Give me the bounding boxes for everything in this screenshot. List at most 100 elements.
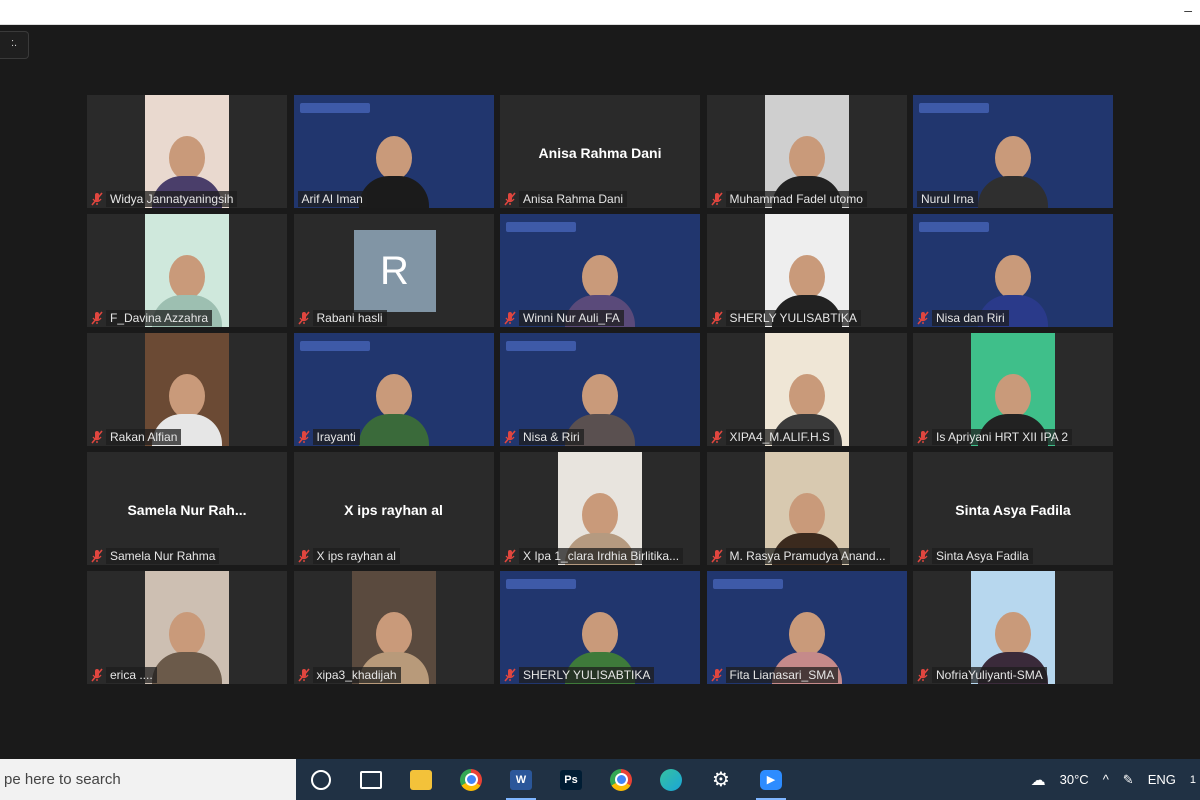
word-icon[interactable]: W (496, 759, 546, 800)
weather-cloud-icon[interactable]: ☁ (1031, 771, 1046, 789)
avatar-initial: R (353, 230, 436, 312)
task-view-icon[interactable] (346, 759, 396, 800)
participant-tile[interactable]: NofriaYuliyanti-SMA (913, 571, 1113, 684)
participant-tile[interactable]: erica .... (87, 571, 287, 684)
mic-muted-icon (917, 430, 929, 444)
name-bar: Samela Nur Rahma (87, 547, 287, 565)
mic-muted-icon (297, 311, 310, 325)
chevron-up-icon[interactable]: ^ (1103, 772, 1109, 787)
mic-muted-icon (504, 430, 516, 444)
mic-muted-icon (917, 668, 929, 682)
participant-tile[interactable]: XIPA4_M.ALIF.H.S (706, 333, 907, 446)
participant-tile[interactable]: Winni Nur Auli_FA (500, 214, 700, 327)
name-bar: Rakan Alfian (87, 428, 287, 446)
edge-icon[interactable] (646, 759, 696, 800)
name-bar: Anisa Rahma Dani (500, 190, 700, 208)
participant-tile[interactable]: SHERLY YULISABTIKA (706, 214, 907, 327)
participant-tile[interactable]: Samela Nur Rah... Samela Nur Rahma (87, 452, 287, 565)
participant-tile[interactable]: Irayanti (293, 333, 494, 446)
name-bar: M. Rasya Pramudya Anand... (707, 547, 907, 565)
participant-tile[interactable]: Widya Jannatyaningsih (87, 95, 287, 208)
participant-tile[interactable]: F_Davina Azzahra (87, 214, 287, 327)
participant-gallery: Widya Jannatyaningsih Arif Al Iman Anisa R… (87, 95, 1113, 684)
name-bar: Winni Nur Auli_FA (500, 309, 700, 327)
participant-name-label: Arif Al Iman (297, 191, 367, 207)
participant-tile[interactable]: R Rabani hasli (293, 214, 494, 327)
name-bar: X ips rayhan al (294, 547, 494, 565)
taskbar-search-input[interactable]: pe here to search (0, 759, 296, 800)
participant-tile[interactable]: Muhammad Fadel utomo (706, 95, 907, 208)
participant-name-label: SHERLY YULISABTIKA (725, 310, 861, 326)
participant-tile[interactable]: M. Rasya Pramudya Anand... (706, 452, 907, 565)
mic-muted-icon (504, 668, 516, 682)
mic-muted-icon (297, 668, 310, 682)
mic-muted-icon (91, 192, 103, 206)
name-bar: Irayanti (294, 428, 494, 446)
pen-icon[interactable]: ✎ (1123, 772, 1134, 788)
participant-name-label: NofriaYuliyanti-SMA (932, 667, 1047, 683)
chrome-profile-icon[interactable] (596, 759, 646, 800)
file-explorer-icon[interactable] (396, 759, 446, 800)
participant-name-label: Nurul Irna (917, 191, 978, 207)
participant-tile[interactable]: Fita Lianasari_SMA (706, 571, 907, 684)
participant-display-name: Anisa Rahma Dani (538, 145, 662, 161)
mic-muted-icon (504, 192, 516, 206)
participant-tile[interactable]: xipa3_khadijah (293, 571, 494, 684)
participant-name-label: M. Rasya Pramudya Anand... (725, 548, 890, 564)
participant-tile[interactable]: X Ipa 1_clara Irdhia Birlitika... (500, 452, 700, 565)
participant-tile[interactable]: Arif Al Iman (293, 95, 494, 208)
name-bar: Arif Al Iman (294, 190, 494, 208)
name-bar: Fita Lianasari_SMA (707, 666, 907, 684)
chrome-icon[interactable] (446, 759, 496, 800)
name-bar: SHERLY YULISABTIKA (707, 309, 907, 327)
system-tray: ☁ 30°C ^ ✎ ENG 1 (1031, 759, 1200, 800)
mic-muted-icon (91, 311, 103, 325)
zoom-icon[interactable]: ▶ (746, 759, 796, 800)
participant-display-name: Samela Nur Rah... (127, 502, 247, 518)
mic-muted-icon (504, 549, 516, 563)
participant-tile[interactable]: Sinta Asya Fadila Sinta Asya Fadila (913, 452, 1113, 565)
mic-muted-icon (917, 311, 929, 325)
participant-tile[interactable]: Rakan Alfian (87, 333, 287, 446)
participant-name-label: Anisa Rahma Dani (519, 191, 628, 207)
participant-tile[interactable]: Nisa & Riri (500, 333, 700, 446)
name-bar: Nisa & Riri (500, 428, 700, 446)
participant-name-label: Rabani hasli (312, 310, 387, 326)
name-bar: X Ipa 1_clara Irdhia Birlitika... (500, 547, 700, 565)
participant-tile[interactable]: Anisa Rahma Dani Anisa Rahma Dani (500, 95, 700, 208)
name-bar: Muhammad Fadel utomo (707, 190, 907, 208)
participant-name-label: SHERLY YULISABTIKA (519, 667, 655, 683)
mic-muted-icon (91, 668, 103, 682)
participant-name-label: F_Davina Azzahra (106, 310, 213, 326)
name-bar: erica .... (87, 666, 287, 684)
mic-muted-icon (91, 549, 103, 563)
clock-label[interactable]: 1 (1190, 774, 1196, 786)
photoshop-icon[interactable]: Ps (546, 759, 596, 800)
mic-muted-icon (710, 430, 723, 444)
mic-muted-icon (710, 192, 723, 206)
participant-tile[interactable]: Nurul Irna (913, 95, 1113, 208)
temperature-label[interactable]: 30°C (1060, 772, 1089, 787)
language-label[interactable]: ENG (1148, 772, 1176, 787)
participant-tile[interactable]: X ips rayhan al X ips rayhan al (293, 452, 494, 565)
participant-tile[interactable]: SHERLY YULISABTIKA (500, 571, 700, 684)
cortana-circle-icon[interactable] (296, 759, 346, 800)
minimize-button[interactable]: – (1184, 2, 1192, 18)
mic-muted-icon (917, 549, 929, 563)
mic-muted-icon (297, 549, 310, 563)
name-bar: NofriaYuliyanti-SMA (913, 666, 1113, 684)
participant-name-label: X ips rayhan al (312, 548, 400, 564)
participant-name-label: X Ipa 1_clara Irdhia Birlitika... (519, 548, 684, 564)
participant-tile[interactable]: Is Apriyani HRT XII IPA 2 (913, 333, 1113, 446)
participant-tile[interactable]: Nisa dan Riri (913, 214, 1113, 327)
participant-name-label: erica .... (106, 667, 157, 683)
participant-name-label: Nisa dan Riri (932, 310, 1009, 326)
participant-name-label: Rakan Alfian (106, 429, 182, 445)
participant-display-name: Sinta Asya Fadila (955, 502, 1071, 518)
name-bar: Is Apriyani HRT XII IPA 2 (913, 428, 1113, 446)
name-bar: Nurul Irna (913, 190, 1113, 208)
participant-name-label: Irayanti (312, 429, 360, 445)
settings-gear-icon[interactable]: ⚙ (696, 759, 746, 800)
view-options-chip[interactable]: :. (0, 31, 29, 59)
name-bar: Nisa dan Riri (913, 309, 1113, 327)
